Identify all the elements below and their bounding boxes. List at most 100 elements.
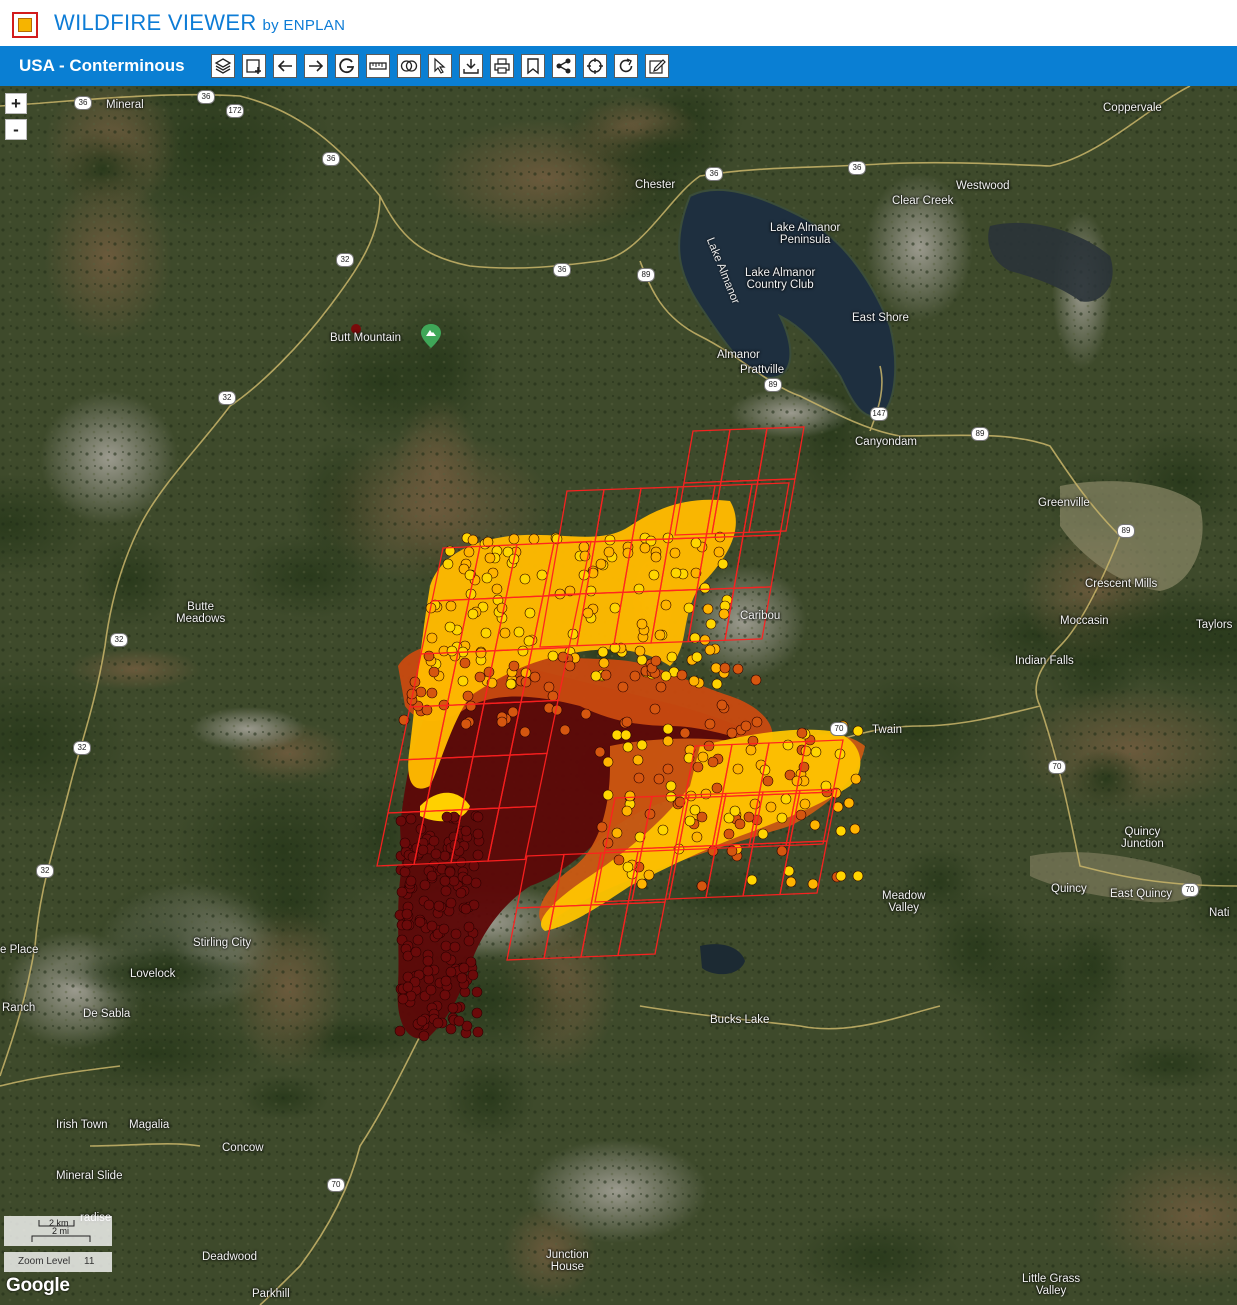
zoom-in-button[interactable]: + <box>5 93 27 114</box>
google-button[interactable] <box>335 54 359 78</box>
fire-detection-dot <box>669 547 681 559</box>
locate-button[interactable] <box>583 54 607 78</box>
fire-detection-dot <box>711 678 723 690</box>
fire-detection-dot <box>426 870 438 882</box>
share-button[interactable] <box>552 54 576 78</box>
fire-detection-dot <box>468 860 480 872</box>
fire-detection-dot <box>603 546 615 558</box>
fire-detection-dot <box>734 818 746 830</box>
place-label: Junction House <box>546 1249 589 1273</box>
place-label: Canyondam <box>855 436 918 448</box>
fire-detection-dot <box>665 791 677 803</box>
fire-detection-dot <box>396 886 408 898</box>
place-label: Quincy <box>1051 883 1087 895</box>
app-by-line: by ENPLAN <box>262 17 346 34</box>
fire-detection-dot <box>440 951 452 963</box>
fire-detection-dot <box>707 845 719 857</box>
fire-detection-dot <box>624 790 636 802</box>
fire-detection-dot <box>467 534 479 546</box>
place-label: Butt Mountain <box>330 332 401 344</box>
edit-button[interactable] <box>645 54 669 78</box>
app-logo-icon <box>12 12 38 38</box>
fire-detection-dot <box>692 761 704 773</box>
road-shield: 32 <box>110 633 128 647</box>
fire-detection-dot <box>499 627 511 639</box>
forward-button[interactable] <box>304 54 328 78</box>
fire-detection-dot <box>580 708 592 720</box>
layers-button[interactable] <box>211 54 235 78</box>
fire-detection-dot <box>457 675 469 687</box>
fire-detection-dot <box>439 875 451 887</box>
fire-detection-dot <box>611 827 623 839</box>
fire-detection-dot <box>617 681 629 693</box>
zoom-out-button[interactable]: - <box>5 119 27 140</box>
road-shield: 36 <box>322 152 340 166</box>
print-button[interactable] <box>490 54 514 78</box>
fire-detection-dot <box>636 739 648 751</box>
google-attribution: Google <box>6 1275 70 1296</box>
refresh-button[interactable] <box>614 54 638 78</box>
place-label: East Shore <box>852 312 909 324</box>
fire-detection-dot <box>425 984 437 996</box>
measure-button[interactable] <box>366 54 390 78</box>
place-label: Deadwood <box>202 1251 257 1263</box>
fire-detection-dot <box>757 828 769 840</box>
fire-detection-dot <box>513 626 525 638</box>
back-button[interactable] <box>273 54 297 78</box>
fire-detection-dot <box>422 965 434 977</box>
map-view[interactable]: + - Mineral Coppervale Chester Westwood Clea… <box>0 86 1237 1305</box>
fire-detection-dot <box>456 972 468 984</box>
place-label: Westwood <box>956 180 1010 192</box>
compare-button[interactable] <box>397 54 421 78</box>
fire-detection-dot <box>423 899 435 911</box>
bookmark-button[interactable] <box>521 54 545 78</box>
measure-ruler-icon <box>369 62 387 70</box>
fire-detection-dot <box>463 935 475 947</box>
fire-detection-dot <box>649 703 661 715</box>
fire-detection-dot <box>604 534 616 546</box>
fire-detection-dot <box>455 887 467 899</box>
fire-detection-dot <box>691 651 703 663</box>
fire-detection-dot <box>442 558 454 570</box>
fire-detection-dot <box>689 804 701 816</box>
zoom-level-label: Zoom Level <box>18 1256 71 1267</box>
fire-detection-dot <box>395 815 407 827</box>
fire-detection-dot <box>800 745 812 757</box>
region-selector[interactable]: USA - Conterminous <box>19 56 185 76</box>
fire-detection-dot <box>843 797 855 809</box>
fire-detection-dot <box>723 828 735 840</box>
place-label: Coppervale <box>1103 102 1162 114</box>
place-label: Bucks Lake <box>710 1014 770 1026</box>
fire-detection-dot <box>496 602 508 614</box>
fire-detection-dot <box>632 754 644 766</box>
fire-detection-dot <box>428 666 440 678</box>
place-label: Twain <box>872 724 903 736</box>
edit-icon <box>649 59 666 74</box>
place-label: Caribou <box>740 610 781 622</box>
place-label: Stirling City <box>193 937 252 949</box>
fire-detection-dot <box>691 831 703 843</box>
toolbar: USA - Conterminous <box>0 46 1237 86</box>
fire-detection-dot <box>536 569 548 581</box>
fire-detection-dot <box>449 941 461 953</box>
fire-detection-dot <box>690 537 702 549</box>
compare-circles-icon <box>400 60 418 72</box>
fire-detection-dot <box>459 657 471 669</box>
fire-detection-dot <box>519 726 531 738</box>
fire-detection-dot <box>483 666 495 678</box>
place-label: Mineral <box>106 99 144 111</box>
mountain-peak-icon <box>421 324 441 348</box>
fire-detection-dot <box>475 647 487 659</box>
fire-detection-dot <box>644 808 656 820</box>
fire-detection-dot <box>410 946 422 958</box>
fire-detection-dot <box>432 1017 444 1029</box>
fire-detection-dot <box>696 880 708 892</box>
fire-detection-dot <box>743 811 755 823</box>
select-button[interactable] <box>428 54 452 78</box>
fire-detection-dot <box>636 654 648 666</box>
download-button[interactable] <box>459 54 483 78</box>
place-label: Butte Meadows <box>176 601 226 625</box>
add-area-button[interactable] <box>242 54 266 78</box>
fire-detection-dot <box>474 671 486 683</box>
print-icon <box>494 58 510 74</box>
